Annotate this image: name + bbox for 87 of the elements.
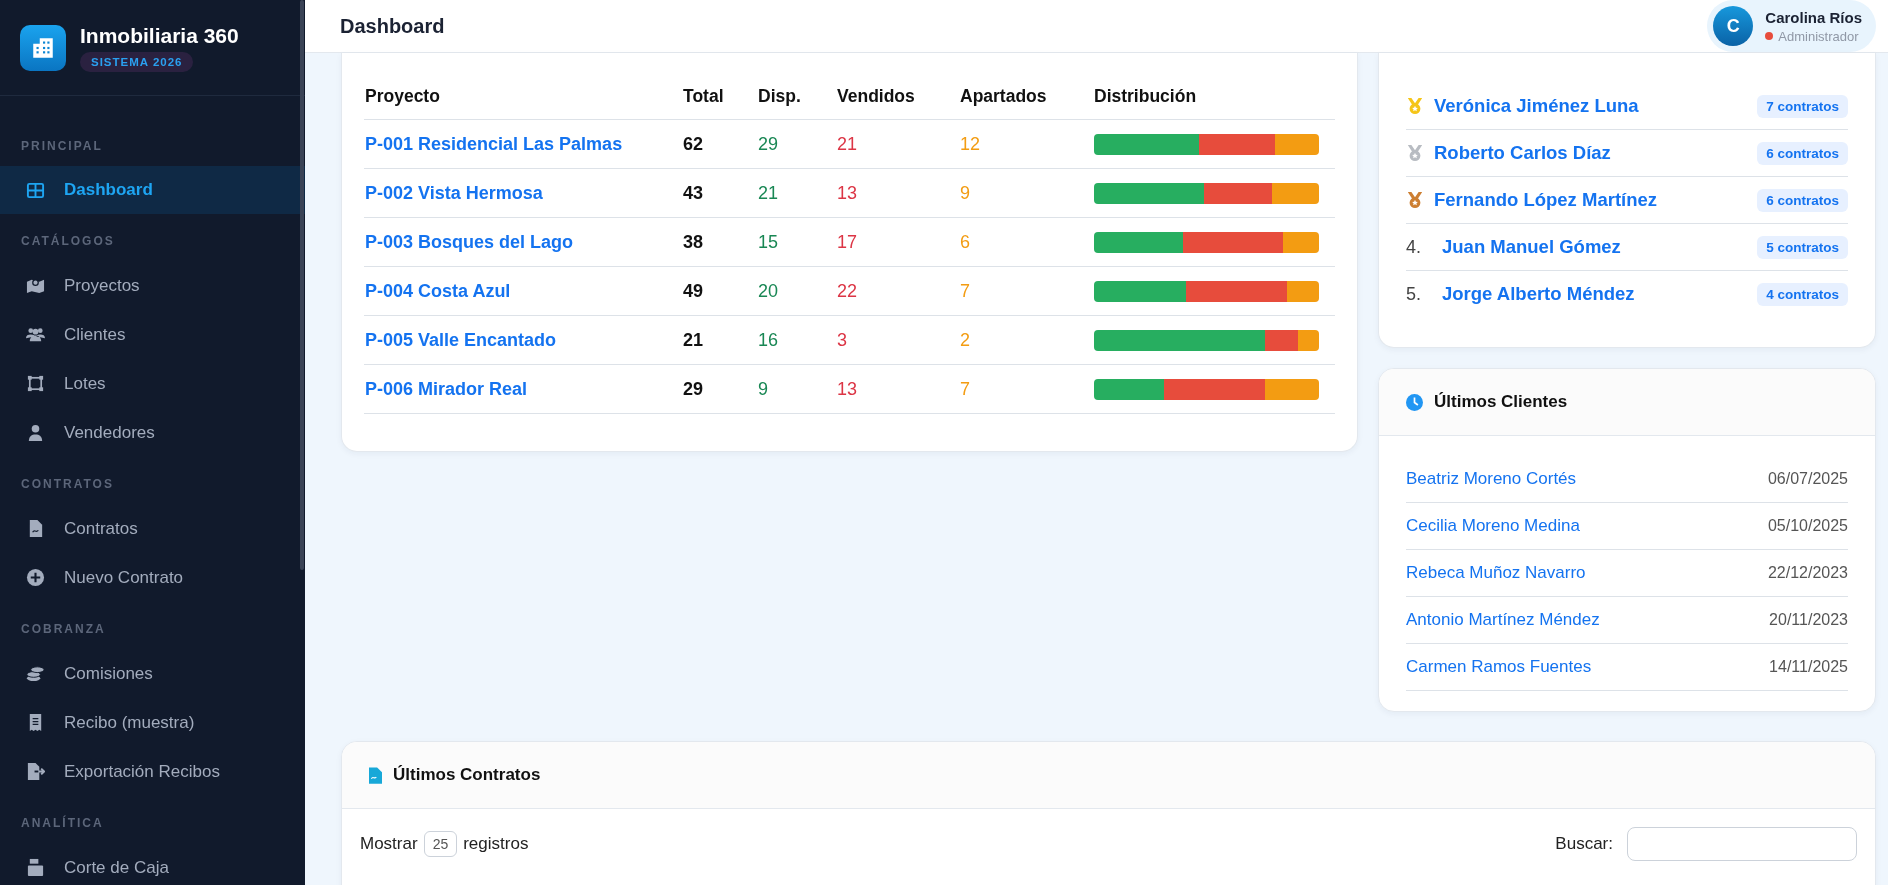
seller-link[interactable]: Juan Manuel Gómez: [1442, 236, 1621, 258]
column-header: Proyecto: [364, 73, 682, 120]
project-link[interactable]: P-001 Residencial Las Palmas: [365, 133, 623, 154]
version-badge: SISTEMA 2026: [80, 51, 194, 72]
table-cell: 16: [757, 315, 836, 365]
length-label: registros: [463, 834, 529, 854]
page-size-select[interactable]: 25: [423, 831, 458, 857]
client-link[interactable]: Antonio Martínez Méndez: [1406, 610, 1600, 630]
seller-link[interactable]: Roberto Carlos Díaz: [1434, 142, 1611, 164]
seller-link[interactable]: Verónica Jiménez Luna: [1434, 95, 1639, 117]
section-label: ANALÍTICA: [20, 814, 105, 832]
nav-item[interactable]: Comisiones: [0, 649, 305, 698]
contract-count: 7 contratos: [1757, 94, 1848, 118]
client-link[interactable]: Beatriz Moreno Cortés: [1406, 469, 1577, 489]
card-title: Últimos Contratos: [393, 765, 541, 785]
nav-item[interactable]: Contratos: [0, 504, 305, 553]
table-cell: 49: [682, 266, 757, 316]
seller-link[interactable]: Jorge Alberto Méndez: [1442, 283, 1635, 305]
client-date: 06/07/2025: [1767, 470, 1848, 488]
table-cell: 62: [682, 119, 757, 169]
column-header: Total: [682, 73, 757, 120]
contract-count: 6 contratos: [1757, 188, 1848, 212]
project-link[interactable]: P-005 Valle Encantado: [365, 329, 557, 350]
table-cell: 20: [757, 266, 836, 316]
table-cell: 22: [836, 266, 959, 316]
table-cell: 38: [682, 217, 757, 267]
column-header: Disp.: [757, 73, 836, 120]
project-link[interactable]: P-002 Vista Hermosa: [365, 182, 543, 203]
table-cell: 43: [682, 168, 757, 218]
column-header: Apartados: [959, 73, 1093, 120]
table-cell: 13: [836, 364, 959, 414]
contract-count: 6 contratos: [1757, 141, 1848, 165]
contract-count: 5 contratos: [1757, 235, 1848, 259]
user-name: Carolina Ríos: [1765, 8, 1862, 26]
nav-item[interactable]: Vendedores: [0, 408, 305, 457]
table-cell: 21: [836, 119, 959, 169]
page-title: Dashboard: [340, 14, 445, 38]
section-label: COBRANZA: [20, 621, 107, 638]
user-menu[interactable]: C Carolina Ríos Administrador: [1707, 0, 1876, 52]
nav-item[interactable]: Nuevo Contrato: [0, 553, 305, 602]
table-cell: 9: [757, 364, 836, 414]
column-header: Distribución: [1093, 73, 1335, 120]
length-label: Mostrar: [360, 834, 418, 854]
table-cell: 15: [757, 217, 836, 267]
rank-number: 5.: [1406, 283, 1422, 305]
card-title: Últimos Clientes: [1434, 392, 1568, 412]
project-link[interactable]: P-004 Costa Azul: [365, 280, 511, 301]
section-label: CATÁLOGOS: [20, 232, 116, 250]
search-label: Buscar:: [1555, 834, 1613, 854]
table-cell: 29: [757, 119, 836, 169]
client-date: 20/11/2023: [1769, 611, 1848, 629]
table-cell: 3: [836, 315, 959, 365]
project-link[interactable]: P-003 Bosques del Lago: [365, 231, 574, 252]
rank-number: 4.: [1406, 236, 1422, 258]
nav-item[interactable]: Proyectos: [0, 261, 305, 310]
section-label: CONTRATOS: [20, 476, 115, 493]
avatar: C: [1713, 6, 1754, 46]
user-role: Administrador: [1778, 28, 1859, 44]
nav-item[interactable]: Lotes: [0, 359, 305, 408]
client-link[interactable]: Rebeca Muñoz Navarro: [1406, 563, 1586, 583]
project-link[interactable]: P-006 Mirador Real: [365, 378, 528, 399]
brand-name: Inmobiliaria 360: [80, 23, 239, 48]
column-header: Vendidos: [836, 73, 959, 120]
table-cell: 7: [959, 364, 1093, 414]
table-cell: 21: [757, 168, 836, 218]
client-date: 05/10/2025: [1767, 517, 1848, 535]
client-date: 14/11/2025: [1769, 658, 1848, 676]
nav-item[interactable]: Clientes: [0, 310, 305, 359]
table-cell: 2: [959, 315, 1093, 365]
contract-count: 4 contratos: [1757, 282, 1848, 306]
table-cell: 7: [959, 266, 1093, 316]
seller-link[interactable]: Fernando López Martínez: [1434, 189, 1658, 211]
client-link[interactable]: Carmen Ramos Fuentes: [1406, 657, 1592, 677]
client-date: 22/12/2023: [1767, 564, 1848, 582]
table-cell: 6: [959, 217, 1093, 267]
nav-item[interactable]: Exportación Recibos: [0, 747, 305, 796]
nav-item[interactable]: Dashboard: [0, 166, 305, 214]
table-cell: 9: [959, 168, 1093, 218]
table-cell: 12: [959, 119, 1093, 169]
table-cell: 13: [836, 168, 959, 218]
section-label: PRINCIPAL: [20, 138, 104, 155]
nav-item[interactable]: Recibo (muestra): [0, 698, 305, 747]
client-link[interactable]: Cecilia Moreno Medina: [1406, 516, 1580, 536]
table-cell: 21: [682, 315, 757, 365]
table-cell: 17: [836, 217, 959, 267]
nav-item[interactable]: Corte de Caja: [0, 843, 305, 885]
table-cell: 29: [682, 364, 757, 414]
